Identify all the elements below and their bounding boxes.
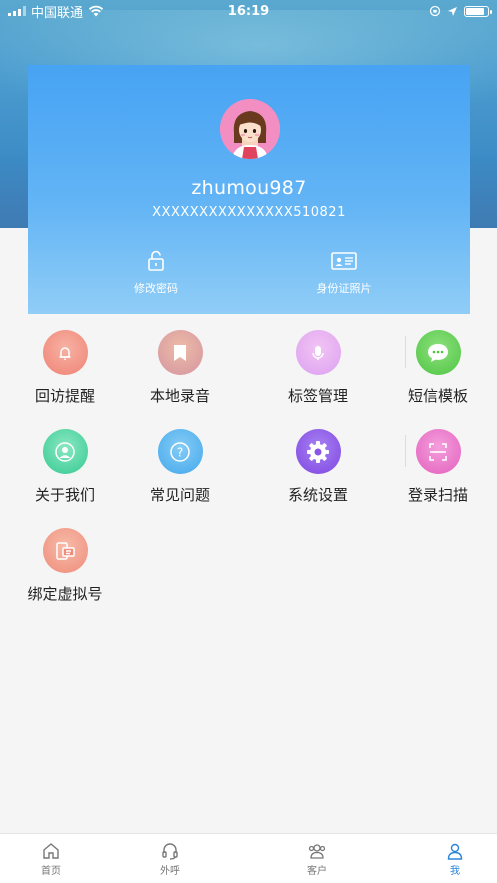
username: zhumou987 [191, 177, 307, 199]
menu-item-bind-virtual-number[interactable]: 绑定虚拟号 [5, 528, 125, 604]
menu-item-return-visit-reminder[interactable]: 回访提醒 [5, 330, 125, 406]
tab-label: 我 [450, 866, 460, 877]
menu-item-faq[interactable]: ? 常见问题 [120, 429, 240, 505]
tab-label: 首页 [41, 866, 61, 877]
customers-icon [308, 844, 326, 859]
chat-bubble-icon [415, 330, 461, 375]
tab-customers[interactable]: 客户 [277, 842, 357, 877]
virtual-number-icon [42, 528, 88, 573]
id-number: XXXXXXXXXXXXXXX510821 [152, 205, 346, 220]
svg-text:?: ? [177, 445, 183, 459]
menu-label: 常见问题 [149, 486, 210, 504]
menu-label: 绑定虚拟号 [27, 585, 103, 603]
menu-item-about-us[interactable]: 关于我们 [5, 429, 125, 505]
tab-home[interactable]: 首页 [11, 842, 91, 877]
change-password-label: 修改密码 [134, 282, 178, 295]
battery-level [466, 7, 484, 15]
scan-icon [415, 429, 461, 474]
question-icon: ? [157, 429, 203, 474]
battery-icon [464, 5, 492, 17]
avatar-girl-icon [220, 99, 280, 159]
menu-label: 登录扫描 [407, 486, 468, 504]
person-icon [447, 843, 463, 860]
menu-label: 标签管理 [287, 387, 348, 405]
bell-icon [42, 330, 88, 375]
id-card-icon [331, 252, 357, 270]
id-photo-label: 身份证照片 [316, 282, 372, 295]
menu-label: 系统设置 [287, 486, 348, 504]
signal-icon [8, 6, 26, 16]
menu-item-tag-management[interactable]: 标签管理 [258, 330, 378, 406]
status-bar: 中国联通 16:19 [0, 0, 497, 22]
unlock-icon [148, 250, 164, 271]
bookmark-icon [157, 330, 203, 375]
menu-item-login-scan[interactable]: 登录扫描 [378, 429, 497, 505]
menu-label: 关于我们 [34, 486, 95, 504]
menu-label: 短信模板 [407, 387, 468, 405]
user-icon [42, 429, 88, 474]
menu-label: 本地录音 [149, 387, 210, 405]
orientation-lock-icon [429, 5, 441, 17]
home-icon [43, 843, 59, 859]
change-password-button[interactable]: 修改密码 [86, 249, 226, 296]
menu-item-local-recording[interactable]: 本地录音 [120, 330, 240, 406]
tab-outbound-call[interactable]: 外呼 [130, 842, 210, 877]
tab-me[interactable]: 我 [415, 842, 495, 877]
avatar[interactable] [220, 99, 280, 159]
carrier-label: 中国联通 [31, 5, 84, 21]
tab-label: 客户 [307, 866, 327, 877]
gear-icon [295, 429, 341, 474]
wifi-icon [88, 5, 104, 17]
headset-icon [162, 843, 178, 860]
id-photo-button[interactable]: 身份证照片 [274, 249, 414, 296]
tab-bar: 首页 外呼 客户 我 [0, 833, 497, 883]
menu-item-system-settings[interactable]: 系统设置 [258, 429, 378, 505]
microphone-icon [295, 330, 341, 375]
menu-label: 回访提醒 [34, 387, 95, 405]
menu-item-sms-template[interactable]: 短信模板 [378, 330, 497, 406]
location-icon [448, 6, 457, 16]
profile-card: zhumou987 XXXXXXXXXXXXXXX510821 修改密码 身份证… [28, 65, 470, 314]
tab-label: 外呼 [160, 866, 180, 877]
